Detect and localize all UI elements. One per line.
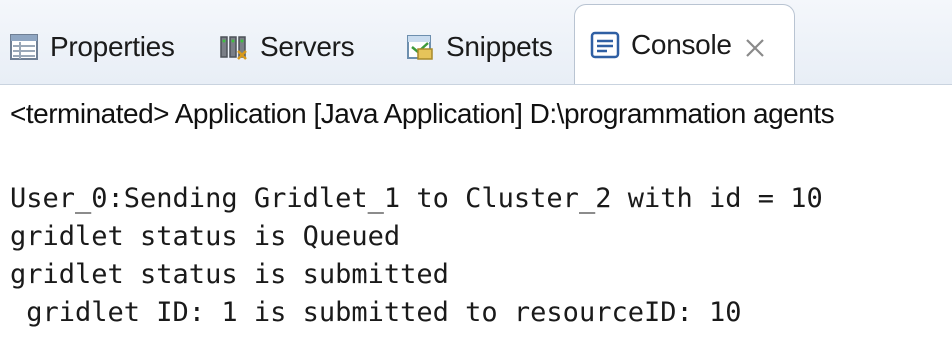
console-status-line: <terminated> Application [Java Applicati… (10, 98, 835, 129)
tab-snippets[interactable]: Snippets (404, 14, 553, 80)
console-line: gridlet status is submitted (10, 259, 449, 290)
tab-snippets-label: Snippets (446, 31, 553, 62)
servers-icon (218, 31, 250, 63)
tab-servers[interactable]: Servers (218, 14, 355, 80)
console-line: gridlet status is Queued (10, 221, 401, 252)
tab-console-label: Console (631, 28, 732, 60)
tab-console[interactable]: Console (574, 4, 795, 84)
console-line: gridlet ID: 1 is submitted to resourceID… (10, 297, 742, 328)
tab-servers-label: Servers (260, 31, 355, 62)
close-icon[interactable] (744, 34, 766, 57)
console-output[interactable]: User_0:Sending Gridlet_1 to Cluster_2 wi… (10, 180, 950, 332)
view-tab-bar: Properties Servers Snippets Console (0, 0, 952, 85)
tab-properties[interactable]: Properties (8, 14, 175, 80)
console-icon (589, 29, 621, 61)
console-line: User_0:Sending Gridlet_1 to Cluster_2 wi… (10, 183, 823, 214)
snippets-icon (404, 31, 436, 63)
console-view: Properties Servers Snippets Console <ter… (0, 0, 952, 358)
properties-icon (8, 31, 40, 63)
tab-properties-label: Properties (50, 31, 175, 62)
